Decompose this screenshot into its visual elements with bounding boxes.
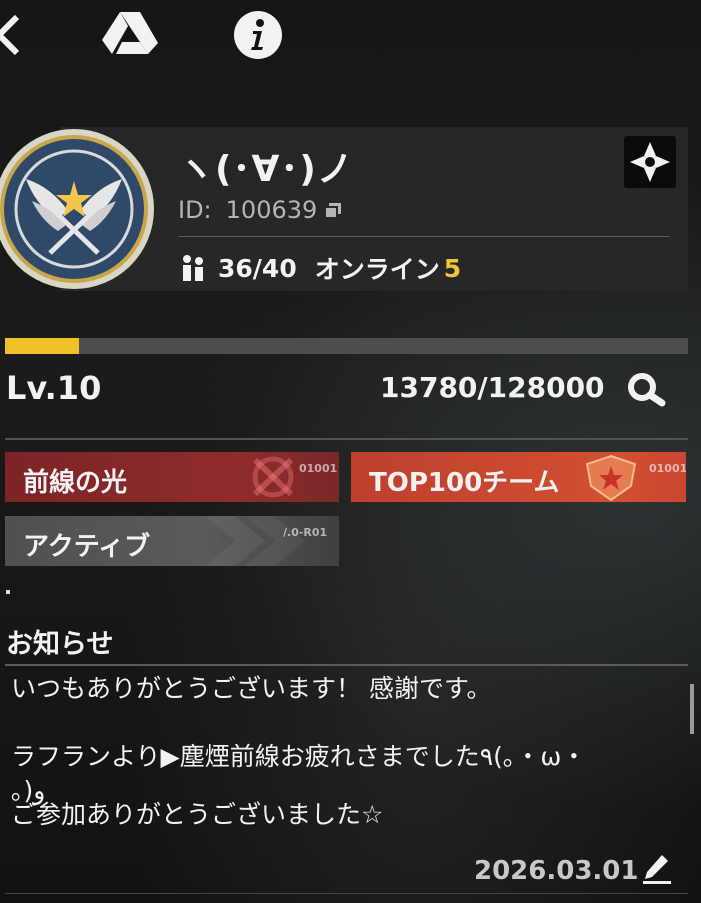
xp-value: 13780/128000 [380,371,605,404]
tag-frontline-light[interactable]: 前線の光 01001 [5,452,339,502]
team-id-row: ID: 100639 [178,196,343,224]
member-status-row: 36/40 オンライン 5 [178,250,461,286]
search-icon [628,373,666,407]
triangle-drive-icon [102,12,158,54]
copy-icon[interactable] [323,200,343,220]
online-label: オンライン [314,255,440,284]
team-name: ヽ(･∀･)ノ [178,149,354,190]
tag-label: アクティブ [23,532,151,562]
tag-active[interactable]: アクティブ /.0-R01 [5,516,339,566]
tag-code: 01001 [649,462,686,475]
notice-body[interactable]: いつもありがとうございます！ 感謝です。 ラフランより▶塵煙前線お疲れさまでした… [5,672,688,834]
level-divider [5,438,688,440]
info-button[interactable] [232,9,284,61]
xp-progress-bar [5,338,688,354]
separator-dot [6,590,10,594]
team-id-value: 100639 [225,196,318,224]
back-button[interactable] [0,10,26,60]
top-bar [0,0,701,70]
online-count: 5 [443,253,462,283]
tag-code: 01001 [299,462,338,475]
crossed-emblem-icon [252,456,294,498]
notice-line: いつもありがとうございます！ 感謝です。 [11,674,492,703]
notice-line: ご参加ありがとうございました☆ [11,800,384,829]
arrow-deco-icon [205,516,305,566]
profile-divider [178,236,670,237]
crosshair-icon [630,142,670,182]
team-emblem [0,121,160,297]
bottom-divider [5,893,688,894]
pencil-icon [643,855,671,884]
chevron-left-icon [0,14,20,56]
notice-title: お知らせ [6,629,114,660]
tag-top100[interactable]: TOP100チーム 01001 [351,452,686,502]
search-button[interactable] [622,367,672,411]
notice-divider [5,664,688,666]
notice-scrollbar[interactable] [690,684,694,734]
tag-label: 前線の光 [23,468,128,498]
info-icon [234,11,282,59]
notice-line: ラフランより▶塵煙前線お疲れさまでした٩(｡・ω・ [11,742,587,771]
xp-progress-fill [5,338,79,354]
id-label: ID: [178,196,212,224]
member-count: 36/40 [218,253,297,283]
locate-button[interactable] [624,136,676,188]
tag-code: /.0-R01 [283,526,328,539]
star-shield-icon [585,454,637,502]
tag-label: TOP100チーム [369,468,560,498]
members-icon [183,255,203,281]
drive-button[interactable] [100,8,160,58]
notice-date: 2026.03.01 [474,856,639,886]
team-level: Lv.10 [6,369,102,407]
edit-button[interactable] [640,851,674,885]
